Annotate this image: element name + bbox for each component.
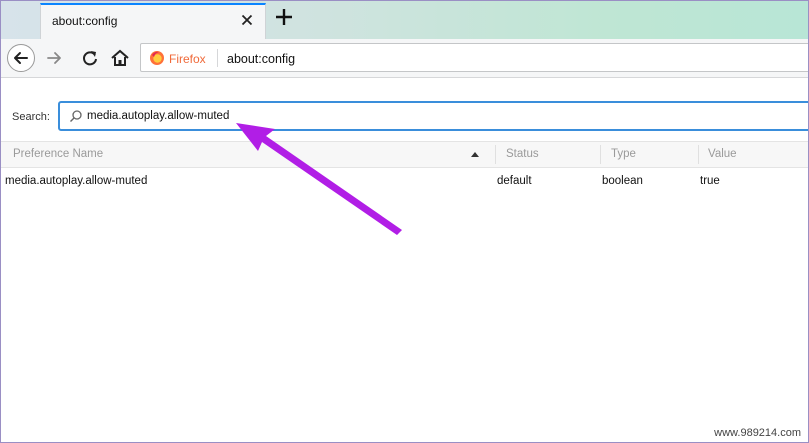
column-divider[interactable] — [600, 145, 601, 164]
cell-preference-name: media.autoplay.allow-muted — [5, 175, 148, 187]
forward-arrow-icon[interactable] — [42, 45, 68, 71]
cell-status: default — [497, 175, 532, 187]
url-divider — [217, 49, 218, 67]
search-row: Search: media.autoplay.allow-muted — [1, 98, 808, 136]
table-header: Preference Name Status Type Value — [1, 141, 808, 168]
column-header-value[interactable]: Value — [708, 148, 737, 160]
table-row[interactable]: media.autoplay.allow-muted default boole… — [1, 171, 808, 191]
plus-icon[interactable] — [273, 6, 295, 28]
reload-icon[interactable] — [77, 45, 103, 71]
close-icon[interactable] — [239, 12, 255, 28]
tab-strip: about:config — [1, 1, 808, 39]
watermark-text: www.989214.com — [712, 427, 803, 439]
column-divider[interactable] — [495, 145, 496, 164]
back-arrow-icon[interactable] — [7, 44, 35, 72]
column-header-preference-name[interactable]: Preference Name — [13, 148, 103, 160]
search-input[interactable]: media.autoplay.allow-muted — [58, 101, 808, 131]
cell-value: true — [700, 175, 720, 187]
firefox-logo-icon — [150, 51, 164, 65]
column-header-type[interactable]: Type — [611, 148, 636, 160]
tab-title: about:config — [52, 14, 118, 28]
home-icon[interactable] — [107, 45, 133, 71]
search-label: Search: — [12, 111, 50, 123]
url-text[interactable]: about:config — [227, 52, 295, 66]
url-bar[interactable]: Firefox about:config — [140, 43, 808, 72]
search-value[interactable]: media.autoplay.allow-muted — [87, 110, 229, 122]
navigation-toolbar: Firefox about:config — [1, 39, 808, 78]
column-divider[interactable] — [698, 145, 699, 164]
browser-window: about:config Firefox about:config Search… — [0, 0, 809, 443]
sort-ascending-icon — [471, 152, 479, 157]
tab-about-config[interactable]: about:config — [40, 3, 266, 39]
identity-label[interactable]: Firefox — [169, 52, 206, 66]
column-header-status[interactable]: Status — [506, 148, 539, 160]
search-icon — [70, 110, 82, 122]
cell-type: boolean — [602, 175, 643, 187]
